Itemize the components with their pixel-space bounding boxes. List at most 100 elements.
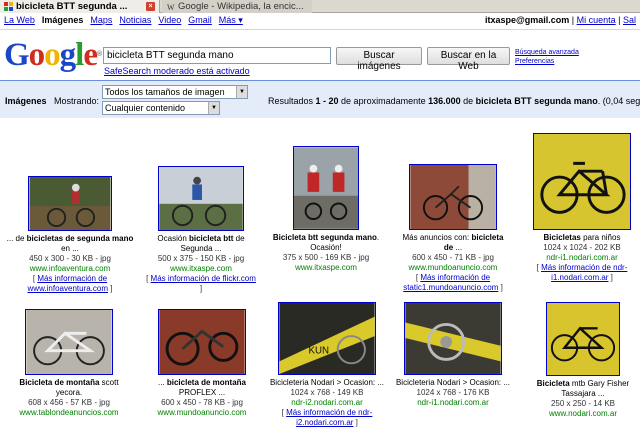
image-result: Bicicleta de montaña scott yecora. 608 x…: [10, 309, 128, 418]
mountain-biker-image: [29, 177, 111, 230]
result-caption: Bicicleteria Nodari > Ocasion: ...: [269, 378, 385, 387]
result-meta: 1024 x 1024 - 202 KB: [543, 243, 621, 252]
scott-bike-image: [26, 310, 112, 374]
result-meta: 250 x 250 - 14 KB: [550, 399, 616, 408]
result-site: www.mundoanuncio.com: [408, 263, 498, 272]
result-thumbnail[interactable]: [158, 166, 244, 231]
more-info-link[interactable]: Más información de ndr-i2.nodari.com.ar: [286, 408, 372, 427]
stats-range: 1 - 20: [315, 96, 339, 106]
more-info-link[interactable]: Más información de www.infoaventura.com: [28, 274, 108, 293]
bike-indoor-image: [410, 165, 496, 229]
image-result: ... de bicicletas de segunda mano en ...…: [2, 176, 138, 294]
browser-tab-label: Google - Wikipedia, la encic...: [178, 1, 304, 12]
dropdown-arrow-icon: ▼: [208, 102, 219, 114]
result-more: [ Más información de flickr.com ]: [146, 274, 256, 293]
kids-bike-image: [534, 134, 630, 229]
result-meta: 608 x 456 - 57 KB - jpg: [28, 398, 110, 407]
result-thumbnail[interactable]: KUN: [278, 302, 376, 375]
image-result: Más anuncios con: bicicleta de ... 600 x…: [398, 164, 508, 293]
result-site: ndr-i2.nodari.com.ar: [291, 398, 363, 407]
result-site: www.itxaspe.com: [295, 263, 357, 272]
result-site: www.infoaventura.com: [29, 264, 111, 273]
search-input[interactable]: [103, 47, 331, 64]
result-meta: 500 x 375 - 150 KB - jpg: [157, 254, 245, 263]
result-thumbnail[interactable]: [28, 176, 112, 231]
result-caption: Bicicleta de montaña scott yecora.: [19, 378, 119, 397]
preferences-link[interactable]: Preferencias: [515, 57, 579, 66]
user-bar: itxaspe@gmail.com | Mi cuenta | Sal: [484, 15, 636, 25]
logo-letter: o: [44, 37, 60, 73]
result-thumbnail[interactable]: [25, 309, 113, 375]
more-info-link[interactable]: Más información de flickr.com: [151, 274, 256, 283]
safesearch-link[interactable]: SafeSearch moderado está activado: [104, 66, 250, 76]
result-thumbnail[interactable]: [533, 133, 631, 230]
svg-text:W: W: [167, 3, 175, 11]
browser-tab-bar: bicicleta BTT segunda ... × W Google - W…: [0, 0, 640, 13]
result-caption: Bicicleta btt segunda mano. Ocasión!: [272, 233, 380, 252]
result-thumbnail[interactable]: [293, 146, 359, 230]
google-nav-bar: La Web Imágenes Maps Noticias Video Gmai…: [4, 15, 243, 26]
result-meta: 600 x 450 - 71 KB - jpg: [412, 253, 494, 262]
close-tab-icon[interactable]: ×: [146, 2, 155, 11]
result-meta: 600 x 450 - 78 KB - jpg: [161, 398, 243, 407]
two-riders-image: [294, 147, 358, 229]
search-images-button[interactable]: Buscar imágenes: [336, 47, 422, 72]
proflex-bike-image: [159, 310, 245, 374]
logo-letter: e: [83, 37, 98, 73]
advanced-search-link[interactable]: Búsqueda avanzada: [515, 48, 579, 57]
result-thumbnail[interactable]: [158, 309, 246, 375]
stats-prefix: Resultados: [268, 96, 316, 106]
result-more: [ Más información de ndr-i2.nodari.com.a…: [281, 408, 373, 427]
result-meta: 375 x 500 - 169 KB - jpg: [282, 253, 370, 262]
images-label: Imágenes: [5, 96, 47, 106]
stats-mid: de aproximadamente: [338, 96, 429, 106]
nav-images: Imágenes: [41, 15, 84, 25]
content-type-value: Cualquier contenido: [105, 103, 186, 113]
cyclist-road-image: [159, 167, 243, 230]
image-size-select[interactable]: Todos los tamaños de imagen ▼: [102, 85, 248, 99]
advanced-links: Búsqueda avanzada Preferencias: [515, 48, 579, 66]
result-meta: 1024 x 768 - 176 KB: [416, 388, 490, 397]
stats-count: 136.000: [428, 96, 461, 106]
stats-query: bicicleta BTT segunda mano: [475, 96, 598, 106]
result-more: [ Más información de static1.mundoanunci…: [403, 273, 503, 292]
nav-news[interactable]: Noticias: [119, 15, 151, 26]
image-size-value: Todos los tamaños de imagen: [105, 87, 225, 97]
nav-web[interactable]: La Web: [4, 15, 35, 26]
dropdown-arrow-icon: ▼: [236, 86, 247, 98]
result-caption: Bicicletas para niños: [543, 233, 621, 242]
result-site: ndr-i1.nodari.com.ar: [546, 253, 618, 262]
content-type-select[interactable]: Cualquier contenido ▼: [102, 101, 220, 115]
nav-maps[interactable]: Maps: [90, 15, 112, 26]
trademark-icon: ®: [97, 51, 102, 58]
search-web-button[interactable]: Buscar en la Web: [427, 47, 510, 72]
browser-tab-label: bicicleta BTT segunda ...: [16, 1, 128, 12]
sign-out-link[interactable]: Sal: [623, 15, 636, 25]
result-meta: 450 x 300 - 30 KB - jpg: [29, 254, 111, 263]
result-site: www.tablondeanuncios.com: [19, 408, 119, 417]
google-logo[interactable]: Google®: [4, 37, 102, 73]
result-thumbnail[interactable]: [546, 302, 620, 376]
result-site: ndr-i1.nodari.com.ar: [417, 398, 489, 407]
result-caption: ... de bicicletas de segunda mano en ...: [6, 234, 134, 253]
browser-tab-active[interactable]: bicicleta BTT segunda ... ×: [0, 0, 160, 13]
my-account-link[interactable]: Mi cuenta: [577, 15, 616, 25]
stats-time: . (0,04 segundos: [597, 96, 640, 106]
logo-letter: g: [59, 37, 76, 73]
nav-video[interactable]: Video: [158, 15, 181, 26]
nav-more[interactable]: Más ▾: [219, 15, 243, 26]
result-meta: 1024 x 768 - 149 KB: [290, 388, 364, 397]
result-site: www.mundoanuncio.com: [157, 408, 247, 417]
image-result: Bicicleta mtb Gary Fisher Tassajara ... …: [528, 302, 638, 419]
google-favicon-icon: [4, 2, 13, 11]
result-caption: Más anuncios con: bicicleta de ...: [402, 233, 504, 252]
result-thumbnail[interactable]: [404, 302, 502, 375]
result-more: [ Más información de ndr-i1.nodari.com.a…: [536, 263, 628, 282]
image-result: ... bicicleta de montaña PROFLEX ... 600…: [146, 309, 258, 418]
nav-gmail[interactable]: Gmail: [188, 15, 212, 26]
result-thumbnail[interactable]: [409, 164, 497, 230]
result-more: [ Más información de www.infoaventura.co…: [27, 274, 113, 293]
more-info-link[interactable]: Más información de ndr-i1.nodari.com.ar: [541, 263, 627, 282]
nodari-gears-image: [405, 303, 501, 374]
browser-tab-inactive[interactable]: W Google - Wikipedia, la encic...: [162, 0, 312, 13]
